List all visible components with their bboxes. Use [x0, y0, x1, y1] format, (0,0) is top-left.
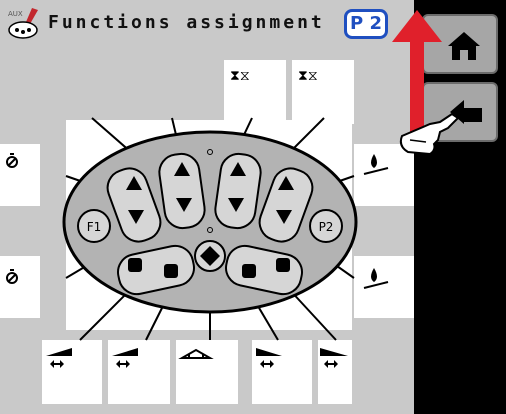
remote-control-diagram: F1 P2 [62, 117, 358, 341]
f1-button-label: F1 [87, 220, 102, 234]
home-button[interactable] [422, 14, 498, 74]
home-icon [448, 32, 480, 60]
functions-assignment-screen: AUX Functions assignment P 2 ⧗⧖ ⧗⧖ F1 P2 [0, 0, 414, 414]
right-sidebar [414, 0, 506, 414]
back-arrow-icon [450, 100, 482, 124]
p2-button-label: P2 [319, 220, 334, 234]
back-button[interactable] [422, 82, 498, 142]
